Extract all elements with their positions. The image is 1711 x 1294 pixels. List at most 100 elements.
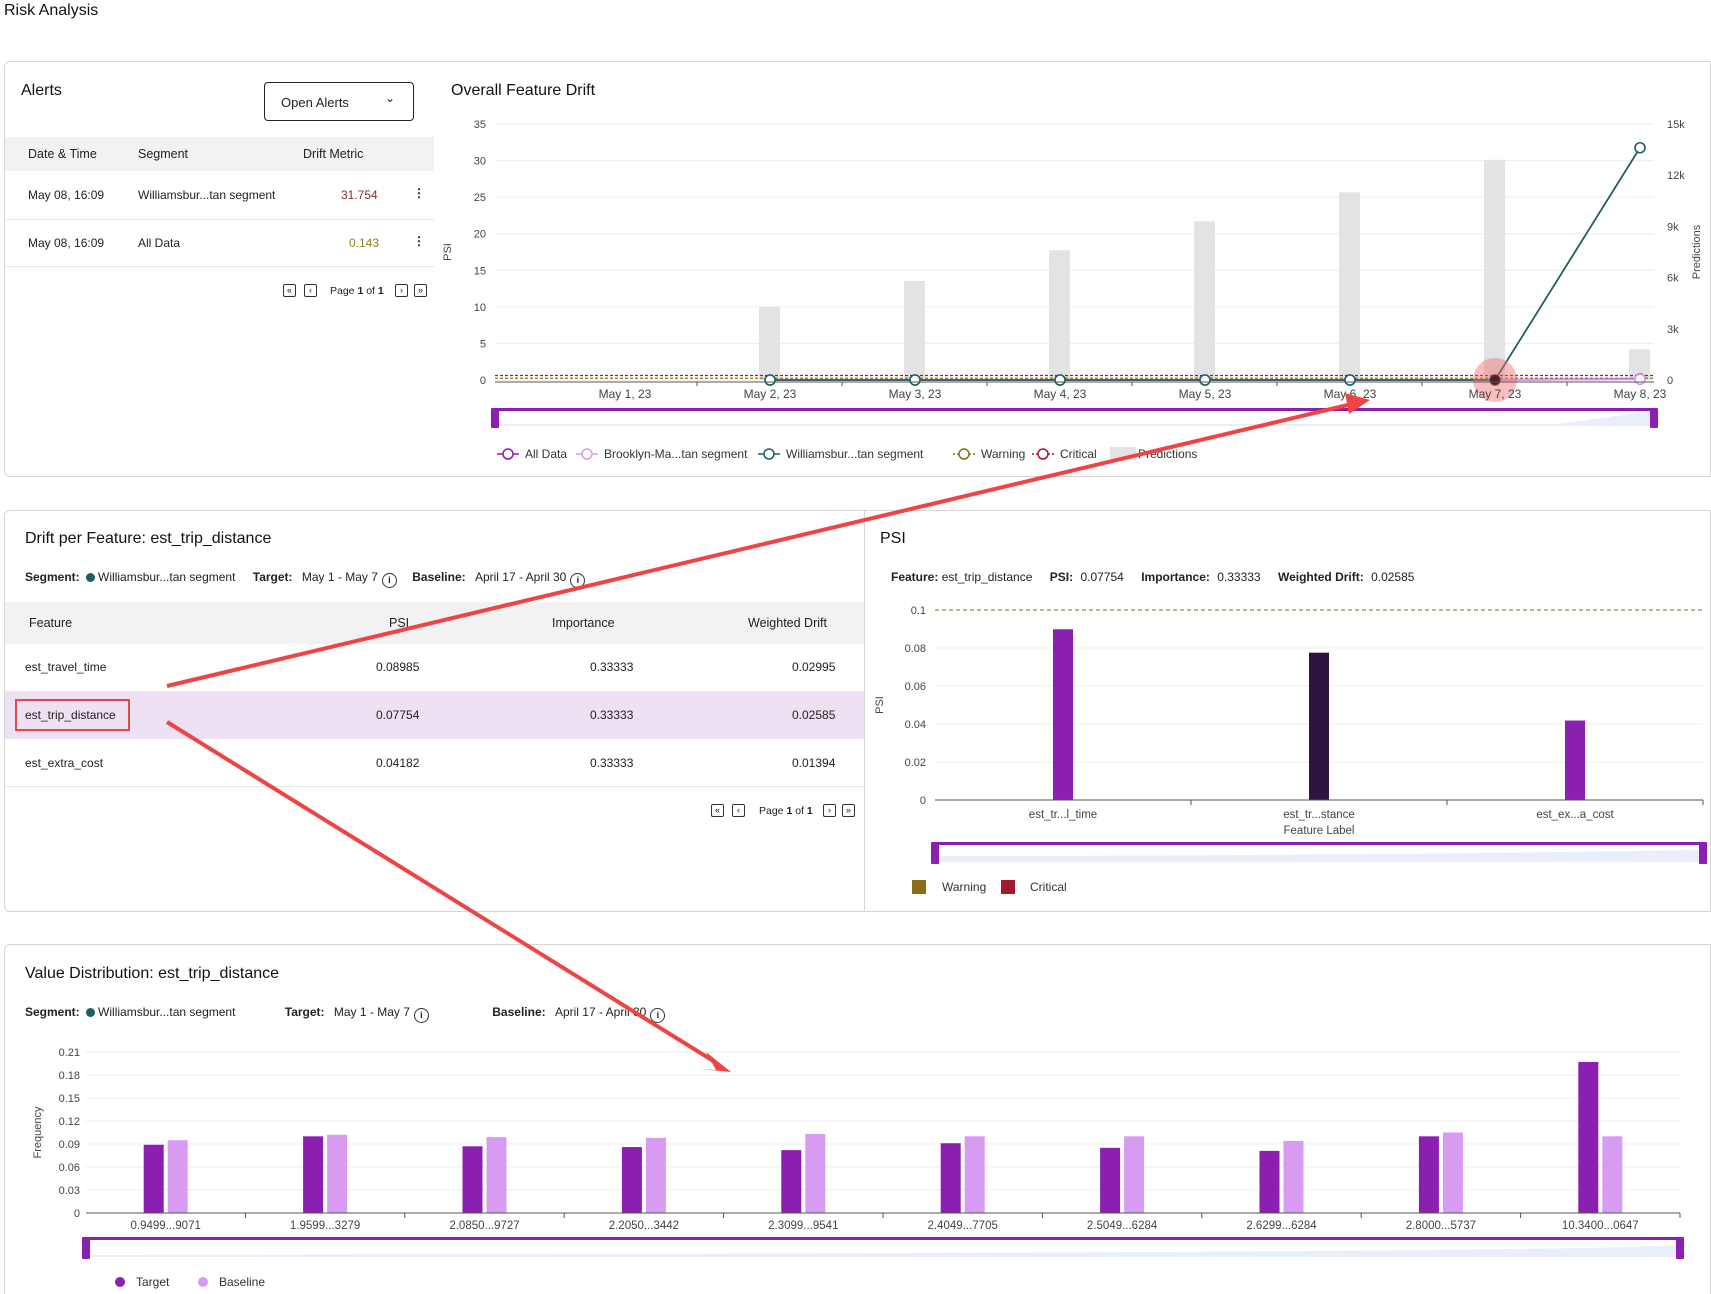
y2-tick-label: 9k <box>1667 221 1679 233</box>
prediction-bar <box>759 306 780 380</box>
weighted-label: Weighted Drift: <box>1277 570 1364 584</box>
legend-marker <box>763 448 775 460</box>
x-tick-label: May 7, 23 <box>1469 387 1522 401</box>
feature-psi: 0.04182 <box>376 756 420 770</box>
y-axis-label: PSI <box>874 696 886 714</box>
feature-col-psi[interactable]: PSI <box>389 616 409 630</box>
last-page-icon[interactable]: » <box>414 284 427 297</box>
info-icon[interactable]: i <box>570 573 586 588</box>
info-icon[interactable]: i <box>413 1008 429 1023</box>
x-tick-label: 2.2050...3442 <box>609 1220 679 1232</box>
distribution-bar <box>940 1143 961 1213</box>
legend-label: Warning <box>942 880 986 894</box>
y-tick-label: 25 <box>474 192 486 204</box>
feature-table-header <box>5 602 864 644</box>
legend-label: Baseline <box>219 1275 265 1289</box>
x-tick-label: est_tr...l_time <box>1029 809 1097 821</box>
first-page-icon[interactable]: « <box>283 284 296 297</box>
divider <box>5 786 864 787</box>
table-row-selected[interactable] <box>5 692 864 739</box>
y2-tick-label: 12k <box>1667 170 1685 182</box>
segment-label: Segment: <box>25 1005 80 1019</box>
x-tick-label: May 4, 23 <box>1034 387 1087 401</box>
distribution-bar <box>1418 1136 1439 1213</box>
prediction-bar <box>1049 250 1070 380</box>
y-tick-label: 0.06 <box>905 681 926 693</box>
y-tick-label: 0.08 <box>905 643 926 655</box>
y2-tick-label: 15k <box>1667 119 1685 131</box>
segment-value: Williamsbur...tan segment <box>98 1005 236 1019</box>
value-distribution-title: Value Distribution: est_trip_distance <box>25 965 280 982</box>
legend-label: Brooklyn-Ma...tan segment <box>604 447 748 461</box>
zoom-handle <box>82 1237 90 1259</box>
importance-label: Importance: <box>1141 570 1210 584</box>
x-tick-label: 2.6299...6284 <box>1246 1220 1317 1232</box>
pager-total: 1 <box>806 805 813 817</box>
x-tick-label: 2.8000...5737 <box>1406 1220 1476 1232</box>
feature-importance: 0.33333 <box>590 660 634 674</box>
legend-marker <box>502 448 514 460</box>
feature-col-importance[interactable]: Importance <box>552 616 615 630</box>
info-icon[interactable]: i <box>650 1008 666 1023</box>
legend-swatch <box>1110 447 1136 460</box>
alerts-col-metric[interactable]: Drift Metric <box>303 147 363 161</box>
pager-prefix: Page <box>330 285 355 297</box>
zoom-handle <box>1676 1237 1684 1259</box>
zoom-handle <box>1650 408 1658 428</box>
psi-value: 0.07754 <box>1080 570 1124 584</box>
legend-label: Critical <box>1060 447 1097 461</box>
series-point <box>764 374 776 386</box>
x-tick-label: 1.9599...3279 <box>290 1220 360 1232</box>
psi-title: PSI <box>880 530 906 547</box>
last-page-icon[interactable]: » <box>842 804 855 817</box>
more-vert-icon[interactable]: ⋮ <box>413 186 425 200</box>
distribution-bar <box>645 1137 666 1213</box>
target-label: Target: <box>284 1005 325 1019</box>
distribution-bar <box>327 1134 348 1213</box>
psi-bar <box>1565 720 1585 800</box>
alerts-col-datetime[interactable]: Date & Time <box>28 147 97 161</box>
feature-col-weighted[interactable]: Weighted Drift <box>748 616 827 630</box>
x-tick-label: 2.3099...9541 <box>768 1220 838 1232</box>
series-point <box>1199 374 1211 386</box>
distribution-bar <box>167 1140 188 1213</box>
chevron-down-icon: ⌄ <box>385 91 396 105</box>
pager-page: 1 <box>357 285 364 297</box>
table-row[interactable] <box>5 644 864 691</box>
series-point <box>909 374 921 386</box>
segment-color-dot <box>86 573 96 582</box>
weighted-value: 0.02585 <box>1371 570 1415 584</box>
overall-drift-title: Overall Feature Drift <box>451 82 596 99</box>
y-axis-label: PSI <box>442 243 454 261</box>
prev-page-icon[interactable]: ‹ <box>304 284 317 297</box>
first-page-icon[interactable]: « <box>711 804 724 817</box>
pager-prefix: Page <box>759 805 784 817</box>
y2-axis-label: Predictions <box>1691 224 1703 279</box>
distribution-bar <box>1442 1132 1463 1213</box>
distribution-bar <box>805 1134 826 1213</box>
importance-value: 0.33333 <box>1217 570 1261 584</box>
x-tick-label: May 8, 23 <box>1614 387 1667 401</box>
prev-page-icon[interactable]: ‹ <box>732 804 745 817</box>
psi-label: PSI: <box>1049 570 1074 584</box>
alerts-filter-dropdown[interactable]: Open Alerts ⌄ <box>264 82 414 121</box>
segment-color-dot <box>86 1008 96 1017</box>
x-tick-label: May 5, 23 <box>1179 387 1232 401</box>
y-tick-label: 0.21 <box>59 1047 80 1059</box>
y2-tick-label: 6k <box>1667 273 1679 285</box>
y-tick-label: 0.18 <box>59 1070 80 1082</box>
feature-name: est_trip_distance <box>25 708 116 722</box>
alerts-col-segment[interactable]: Segment <box>138 147 188 161</box>
legend-label: Predictions <box>1138 447 1197 461</box>
feature-col-feature[interactable]: Feature <box>29 616 72 630</box>
legend-marker <box>958 448 970 460</box>
more-vert-icon[interactable]: ⋮ <box>413 234 425 248</box>
table-row[interactable] <box>5 740 864 786</box>
x-tick-label: 2.0850...9727 <box>449 1220 519 1232</box>
feature-name: est_extra_cost <box>25 756 104 770</box>
distribution-meta: Segment: Williamsbur...tan segment Targe… <box>25 1005 666 1023</box>
next-page-icon[interactable]: › <box>395 284 408 297</box>
next-page-icon[interactable]: › <box>823 804 836 817</box>
info-icon[interactable]: i <box>381 573 397 588</box>
baseline-value: April 17 - April 30 <box>474 570 567 584</box>
